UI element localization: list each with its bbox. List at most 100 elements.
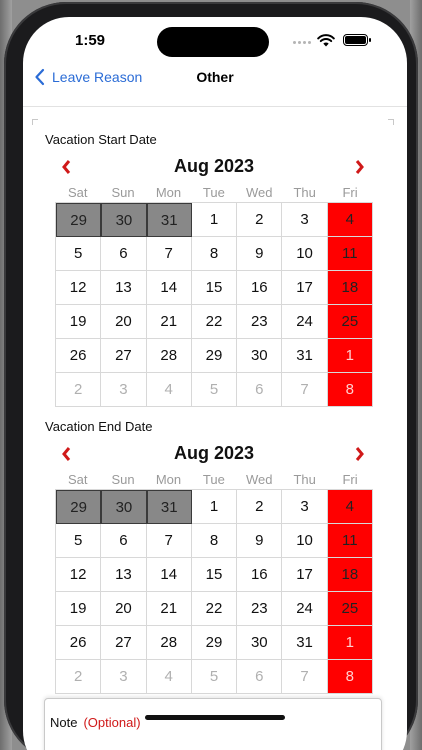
calendar-day[interactable]: 2 — [56, 660, 102, 694]
calendar-day[interactable]: 5 — [191, 373, 238, 407]
calendar-day[interactable]: 20 — [101, 592, 147, 626]
calendar-day[interactable]: 8 — [191, 524, 238, 558]
dynamic-island — [157, 27, 269, 57]
calendar-day[interactable]: 19 — [56, 592, 102, 626]
calendar-day[interactable]: 12 — [56, 558, 102, 592]
page-title: Other — [196, 69, 234, 85]
calendar-day[interactable]: 20 — [101, 305, 147, 339]
calendar-day[interactable]: 21 — [146, 305, 192, 339]
calendar-day[interactable]: 25 — [327, 592, 373, 626]
calendar-day[interactable]: 10 — [282, 237, 328, 271]
calendar-day[interactable]: 30 — [237, 339, 283, 373]
calendar-day[interactable]: 1 — [191, 490, 238, 524]
calendar-day[interactable]: 7 — [146, 237, 192, 271]
weekday-label: Mon — [155, 185, 182, 200]
calendar-day[interactable]: 23 — [237, 592, 283, 626]
calendar-day[interactable]: 4 — [146, 660, 192, 694]
calendar-day[interactable]: 1 — [327, 626, 373, 660]
calendar-day[interactable]: 3 — [101, 373, 147, 407]
calendar-day[interactable]: 28 — [146, 339, 192, 373]
calendar-day[interactable]: 11 — [327, 524, 373, 558]
calendar-day[interactable]: 24 — [282, 305, 328, 339]
calendar-day[interactable]: 15 — [191, 271, 238, 305]
calendar-day[interactable]: 30 — [101, 203, 147, 237]
calendar-day[interactable]: 31 — [146, 490, 192, 524]
calendar-day[interactable]: 26 — [56, 339, 102, 373]
calendar-day[interactable]: 1 — [191, 203, 238, 237]
calendar-day[interactable]: 13 — [101, 271, 147, 305]
calendar-day[interactable]: 5 — [56, 524, 102, 558]
calendar-day[interactable]: 11 — [327, 237, 373, 271]
corner-mark — [32, 119, 38, 125]
next-month-button[interactable] — [351, 158, 367, 176]
calendar-day[interactable]: 23 — [237, 305, 283, 339]
calendar-day[interactable]: 7 — [146, 524, 192, 558]
calendar-day[interactable]: 31 — [282, 339, 328, 373]
calendar-day[interactable]: 4 — [146, 373, 192, 407]
calendar-day[interactable]: 3 — [282, 203, 328, 237]
calendar-day[interactable]: 18 — [327, 558, 373, 592]
calendar-day[interactable]: 2 — [56, 373, 102, 407]
calendar-day[interactable]: 3 — [282, 490, 328, 524]
calendar-day[interactable]: 30 — [237, 626, 283, 660]
calendar-day[interactable]: 1 — [327, 339, 373, 373]
calendar-day[interactable]: 31 — [282, 626, 328, 660]
calendar-day[interactable]: 22 — [191, 305, 238, 339]
calendar-day[interactable]: 19 — [56, 305, 102, 339]
weekday-label: Tue — [202, 472, 225, 487]
month-title: Aug 2023 — [173, 443, 255, 463]
calendar-day[interactable]: 25 — [327, 305, 373, 339]
calendar-day[interactable]: 4 — [327, 490, 373, 524]
corner-mark — [388, 119, 394, 125]
calendar-day[interactable]: 5 — [56, 237, 102, 271]
calendar-day[interactable]: 17 — [282, 271, 328, 305]
calendar-day[interactable]: 12 — [56, 271, 102, 305]
calendar-day[interactable]: 18 — [327, 271, 373, 305]
calendar-day[interactable]: 3 — [101, 660, 147, 694]
chevron-right-icon — [355, 160, 364, 174]
calendar-day[interactable]: 9 — [237, 524, 283, 558]
calendar-day[interactable]: 8 — [327, 660, 373, 694]
calendar-day[interactable]: 28 — [146, 626, 192, 660]
calendar-day[interactable]: 13 — [101, 558, 147, 592]
calendar-day[interactable]: 29 — [56, 203, 102, 237]
calendar-day[interactable]: 5 — [191, 660, 238, 694]
calendar-day[interactable]: 16 — [237, 271, 283, 305]
calendar-day[interactable]: 29 — [56, 490, 102, 524]
calendar-day[interactable]: 10 — [282, 524, 328, 558]
note-field[interactable]: Note (Optional) — [44, 698, 382, 750]
content: Vacation Start Date Aug 2023 Sat Sun Mon Tu… — [23, 107, 407, 750]
calendar-day[interactable]: 9 — [237, 237, 283, 271]
calendar-day[interactable]: 8 — [327, 373, 373, 407]
calendar-day[interactable]: 30 — [101, 490, 147, 524]
calendar-day[interactable]: 4 — [327, 203, 373, 237]
next-month-button[interactable] — [351, 445, 367, 463]
calendar-day[interactable]: 6 — [237, 660, 283, 694]
calendar-day[interactable]: 14 — [146, 271, 192, 305]
calendar-day[interactable]: 27 — [101, 626, 147, 660]
weekday-label: Wed — [246, 185, 273, 200]
calendar-day[interactable]: 16 — [237, 558, 283, 592]
calendar-day[interactable]: 7 — [282, 373, 328, 407]
calendar-day[interactable]: 24 — [282, 592, 328, 626]
calendar-day[interactable]: 2 — [237, 490, 283, 524]
calendar-day[interactable]: 21 — [146, 592, 192, 626]
calendar-day[interactable]: 17 — [282, 558, 328, 592]
calendar-day[interactable]: 6 — [101, 524, 147, 558]
calendar-day[interactable]: 6 — [101, 237, 147, 271]
navigation-bar: Leave Reason Other — [23, 67, 407, 107]
calendar-day[interactable]: 6 — [237, 373, 283, 407]
calendar-day[interactable]: 15 — [191, 558, 238, 592]
screen: 1:59 Leave Reason Other Vacation Start D… — [23, 17, 407, 750]
calendar-day[interactable]: 22 — [191, 592, 238, 626]
calendar-day[interactable]: 29 — [191, 626, 238, 660]
calendar-day[interactable]: 14 — [146, 558, 192, 592]
calendar-day[interactable]: 27 — [101, 339, 147, 373]
calendar-day[interactable]: 29 — [191, 339, 238, 373]
calendar-day[interactable]: 26 — [56, 626, 102, 660]
calendar-day[interactable]: 7 — [282, 660, 328, 694]
calendar-day[interactable]: 31 — [146, 203, 192, 237]
weekday-label: Fri — [342, 472, 358, 487]
calendar-day[interactable]: 2 — [237, 203, 283, 237]
calendar-day[interactable]: 8 — [191, 237, 238, 271]
